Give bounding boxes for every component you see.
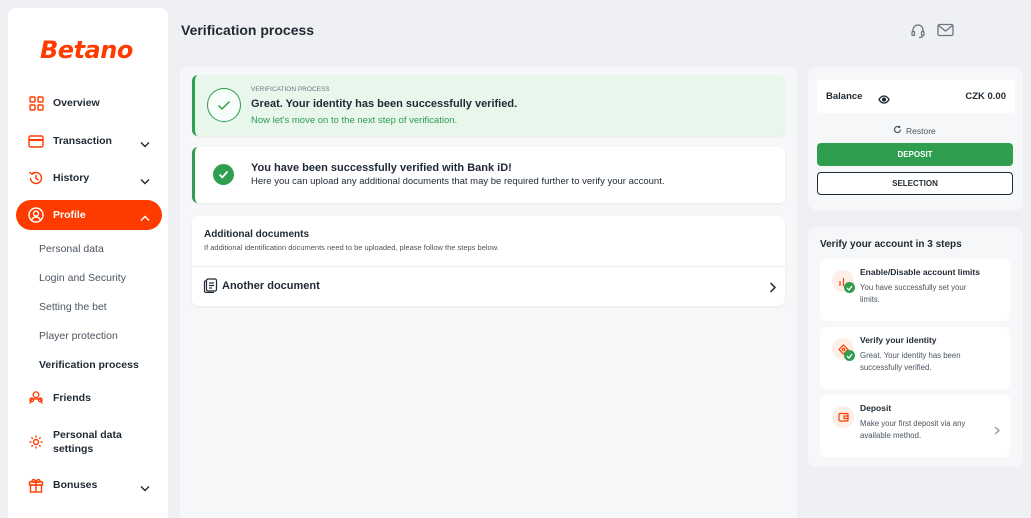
- credit-card-icon: [28, 133, 44, 149]
- step-description: Make your first deposit via any availabl…: [860, 419, 966, 440]
- deposit-button[interactable]: DEPOSIT: [817, 143, 1013, 166]
- friends-icon: [28, 390, 44, 406]
- chevron-down-icon: [140, 135, 150, 153]
- grid-icon: [28, 95, 44, 111]
- user-circle-icon: [28, 207, 44, 223]
- step-title: Deposit: [860, 403, 892, 413]
- documents-heading: Additional documents: [204, 229, 309, 240]
- sidebar-item-label: Friends: [53, 392, 91, 404]
- chevron-down-icon: [140, 172, 150, 190]
- step-description: Great. Your identity has been successful…: [860, 351, 961, 372]
- sidebar-subitem-personal-data[interactable]: Personal data: [39, 243, 104, 255]
- sidebar-item-bonuses[interactable]: Bonuses: [16, 470, 162, 500]
- check-icon: [844, 282, 855, 293]
- bankid-heading: You have been successfully verified with…: [251, 162, 512, 174]
- history-icon: [28, 170, 44, 186]
- steps-title: Verify your account in 3 steps: [820, 239, 962, 250]
- bankid-subtext: Here you can upload any additional docum…: [251, 176, 665, 187]
- bankid-verified-card: You have been successfully verified with…: [192, 147, 785, 203]
- check-icon: [213, 164, 234, 185]
- refresh-icon: [893, 125, 902, 136]
- sidebar-item-label: Profile: [53, 209, 86, 221]
- sidebar-item-label: Transaction: [53, 135, 112, 147]
- sidebar-item-friends[interactable]: Friends: [16, 383, 162, 413]
- verify-steps-panel: Verify your account in 3 steps Enable/Di…: [808, 227, 1023, 467]
- sidebar-subitem-verification-process[interactable]: Verification process: [39, 359, 139, 371]
- step-deposit[interactable]: Deposit Make your first deposit via any …: [820, 395, 1010, 457]
- sidebar-item-personal-data-settings[interactable]: Personal data settings: [16, 424, 162, 464]
- chevron-right-icon: [994, 422, 1000, 440]
- sidebar-item-transaction[interactable]: Transaction: [16, 126, 162, 156]
- check-icon: [844, 350, 855, 361]
- chevron-down-icon: [140, 479, 150, 497]
- betano-logo[interactable]: Betano: [40, 36, 133, 64]
- sidebar-item-profile[interactable]: Profile: [16, 200, 162, 230]
- document-icon: [203, 278, 218, 298]
- headset-icon[interactable]: [910, 23, 928, 41]
- banner-heading: Great. Your identity has been successful…: [251, 98, 518, 110]
- balance-card: Balance CZK 0.00: [817, 80, 1015, 113]
- sidebar-item-history[interactable]: History: [16, 163, 162, 193]
- settings-gear-icon: [28, 434, 44, 450]
- additional-documents-card: Additional documents If additional ident…: [192, 216, 785, 306]
- sidebar-subitem-setting-bet[interactable]: Setting the bet: [39, 301, 107, 313]
- wallet-icon: [832, 406, 854, 428]
- chevron-right-icon: [769, 280, 777, 298]
- page-title: Verification process: [181, 22, 315, 38]
- another-document-row[interactable]: Another document: [192, 267, 785, 305]
- sidebar-item-label: History: [53, 172, 90, 184]
- main-panel: VERIFICATION PROCESS Great. Your identit…: [180, 67, 797, 518]
- restore-label: Restore: [906, 125, 936, 136]
- eye-icon[interactable]: [878, 91, 890, 109]
- balance-label: Balance: [826, 91, 863, 102]
- mail-icon[interactable]: [937, 23, 955, 41]
- sidebar-item-label: Overview: [53, 97, 100, 109]
- sidebar-item-label: Bonuses: [53, 479, 98, 491]
- sidebar-item-overview[interactable]: Overview: [16, 88, 162, 118]
- verification-success-banner: VERIFICATION PROCESS Great. Your identit…: [192, 75, 785, 136]
- another-document-label: Another document: [222, 280, 320, 292]
- balance-panel: Balance CZK 0.00 Restore DEPOSIT SELECTI…: [808, 67, 1023, 210]
- selection-button[interactable]: SELECTION: [817, 172, 1013, 195]
- sidebar-subitem-login-security[interactable]: Login and Security: [39, 272, 126, 284]
- gift-icon: [28, 477, 44, 493]
- chevron-up-icon: [140, 209, 150, 227]
- documents-subtext: If additional identification documents n…: [204, 243, 499, 252]
- banner-subtext: Now let's move on to the next step of ve…: [251, 115, 458, 126]
- step-title: Enable/Disable account limits: [860, 267, 980, 277]
- sidebar-item-label: Personal data settings: [53, 429, 122, 455]
- step-description: You have successfully set your limits.: [860, 283, 967, 304]
- sidebar-subitem-player-protection[interactable]: Player protection: [39, 330, 118, 342]
- restore-button[interactable]: Restore: [893, 125, 936, 136]
- check-circle-icon: [207, 88, 241, 122]
- step-title: Verify your identity: [860, 335, 937, 345]
- step-verify-identity[interactable]: Verify your identity Great. Your identit…: [820, 327, 1010, 389]
- sidebar: Betano Overview Transaction History Prof…: [8, 8, 168, 518]
- banner-eyebrow: VERIFICATION PROCESS: [251, 86, 330, 93]
- step-account-limits[interactable]: Enable/Disable account limits You have s…: [820, 259, 1010, 321]
- balance-value: CZK 0.00: [965, 91, 1006, 102]
